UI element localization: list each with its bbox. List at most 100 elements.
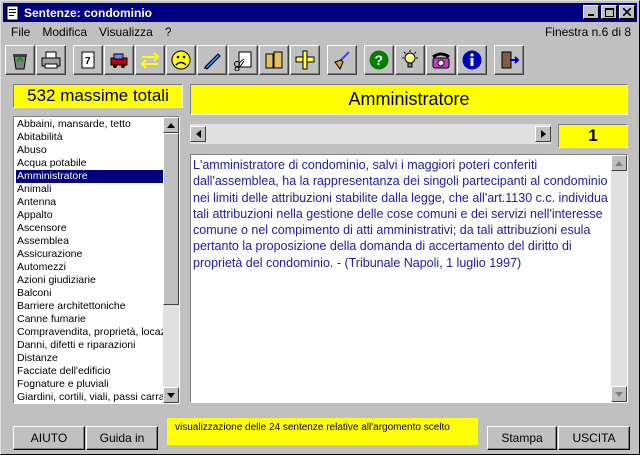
sentence-text: L'amministratore di condominio, salvi i … xyxy=(193,158,608,270)
arrow-up-icon xyxy=(167,122,175,128)
list-item[interactable]: Amministratore xyxy=(16,170,164,183)
aiuto-button[interactable]: AIUTO xyxy=(13,426,85,450)
title-bar[interactable]: Sentenze: condominio xyxy=(3,3,637,22)
list-item[interactable]: Abuso xyxy=(16,144,164,157)
guida-button[interactable]: Guida in linea xyxy=(86,426,158,455)
recycle-icon xyxy=(13,54,27,70)
text-scroll-down-button[interactable] xyxy=(611,386,627,402)
list-item[interactable]: Compravendita, proprietà, locaz xyxy=(16,326,164,339)
broom-icon xyxy=(334,51,350,71)
exit-button[interactable] xyxy=(494,45,524,75)
svg-text:?: ? xyxy=(375,52,384,68)
list-item[interactable]: Animali xyxy=(16,183,164,196)
menu-visualizza[interactable]: Visualizza xyxy=(93,25,159,39)
text-scroll-up-button[interactable] xyxy=(611,155,627,171)
list-item[interactable]: Assemblea xyxy=(16,235,164,248)
list-item[interactable]: Automezzi xyxy=(16,261,164,274)
menu-modifica[interactable]: Modifica xyxy=(36,25,93,39)
maximize-icon xyxy=(604,7,614,17)
hint-button[interactable] xyxy=(395,45,425,75)
uscita-button[interactable]: USCITA xyxy=(558,426,630,450)
navigate-button[interactable] xyxy=(135,45,165,75)
window-title: Sentenze: condominio xyxy=(24,5,153,20)
printer-icon xyxy=(41,51,61,69)
list-item[interactable]: Acqua potabile xyxy=(16,157,164,170)
pen-icon xyxy=(204,53,221,70)
list-scroll-down-button[interactable] xyxy=(163,387,179,403)
maximize-button[interactable] xyxy=(601,5,617,19)
list-item[interactable]: Fognature e pluviali xyxy=(16,378,164,391)
list-scroll-thumb[interactable] xyxy=(163,133,179,305)
list-item[interactable]: Canne fumarie xyxy=(16,313,164,326)
arrow-left-icon xyxy=(195,130,201,138)
cut-document-button[interactable] xyxy=(228,45,258,75)
sad-face-icon xyxy=(171,50,191,70)
recycle-button[interactable] xyxy=(5,45,35,75)
list-item[interactable]: Barriere architettoniche xyxy=(16,300,164,313)
books-icon xyxy=(265,51,283,69)
arrow-up-icon xyxy=(615,160,623,166)
text-scrollbar[interactable] xyxy=(611,155,627,402)
window-counter: Finestra n.6 di 8 xyxy=(544,25,631,39)
pen-button[interactable] xyxy=(197,45,227,75)
arrow-down-icon xyxy=(167,392,175,398)
list-item[interactable]: Abbaini, mansarde, tetto xyxy=(16,118,164,131)
exit-door-icon xyxy=(501,51,520,69)
help-button[interactable]: ? xyxy=(364,45,394,75)
arrows-icon xyxy=(140,52,160,69)
arrow-down-icon xyxy=(615,391,623,397)
close-icon xyxy=(623,8,631,16)
document-button[interactable]: 7 xyxy=(73,45,103,75)
telephone-icon xyxy=(432,52,450,69)
topic-title: Amministratore xyxy=(190,84,628,115)
sad-face-button[interactable] xyxy=(166,45,196,75)
close-button[interactable] xyxy=(619,5,635,19)
svg-text:7: 7 xyxy=(85,56,91,67)
topics-list: Abbaini, mansarde, tetto Abitabilità Abuso… xyxy=(16,118,164,403)
list-scrollbar[interactable] xyxy=(163,117,179,403)
stampa-button[interactable]: Stampa xyxy=(487,426,557,450)
toolbar: 7 ? xyxy=(5,44,635,76)
list-item[interactable]: Balconi xyxy=(16,287,164,300)
application-window: Sentenze: condominio File Modifica Visua… xyxy=(0,0,640,455)
help-icon: ? xyxy=(369,50,389,70)
sentence-textbox[interactable]: L'amministratore di condominio, salvi i … xyxy=(190,154,628,403)
info-icon xyxy=(462,50,482,70)
info-button[interactable] xyxy=(457,45,487,75)
list-item[interactable]: Ascensore xyxy=(16,222,164,235)
list-item[interactable]: Facciate dell'edificio xyxy=(16,365,164,378)
topics-listbox[interactable]: Abbaini, mansarde, tetto Abitabilità Abuso… xyxy=(13,116,180,404)
pager-prev-button[interactable] xyxy=(190,126,206,142)
list-item[interactable]: Danni, difetti e riparazioni xyxy=(16,339,164,352)
list-item[interactable]: Antenna xyxy=(16,196,164,209)
status-message: visualizzazione delle 24 sentenze relati… xyxy=(167,418,478,445)
broom-button[interactable] xyxy=(327,45,357,75)
minimize-icon xyxy=(588,14,594,16)
scissors-document-icon xyxy=(234,51,252,71)
phone-button[interactable] xyxy=(426,45,456,75)
app-icon[interactable] xyxy=(5,5,21,21)
list-item[interactable]: Abitabilità xyxy=(16,131,164,144)
total-count-display: 532 massime totali xyxy=(13,84,183,108)
print-button[interactable] xyxy=(36,45,66,75)
car-button[interactable] xyxy=(104,45,134,75)
menu-help[interactable]: ? xyxy=(159,25,178,39)
list-item[interactable]: Azioni giudiziarie xyxy=(16,274,164,287)
list-item[interactable]: Appalto xyxy=(16,209,164,222)
list-scroll-up-button[interactable] xyxy=(163,117,179,133)
list-item[interactable]: Distanze xyxy=(16,352,164,365)
list-item[interactable]: Giardini, cortili, viali, passi carra xyxy=(16,391,164,403)
pager-next-button[interactable] xyxy=(535,126,551,142)
lightbulb-icon xyxy=(402,50,418,68)
minimize-button[interactable] xyxy=(583,5,599,19)
car-icon xyxy=(110,53,128,68)
menu-bar: File Modifica Visualizza ? Finestra n.6 … xyxy=(3,23,637,41)
ruler-button[interactable] xyxy=(290,45,320,75)
sentence-number: 1 xyxy=(558,124,628,148)
sentence-pager-scrollbar[interactable] xyxy=(190,124,551,144)
document-list-icon: 7 xyxy=(81,51,95,69)
books-button[interactable] xyxy=(259,45,289,75)
list-item[interactable]: Assicurazione xyxy=(16,248,164,261)
arrow-right-icon xyxy=(540,130,546,138)
menu-file[interactable]: File xyxy=(3,25,36,39)
